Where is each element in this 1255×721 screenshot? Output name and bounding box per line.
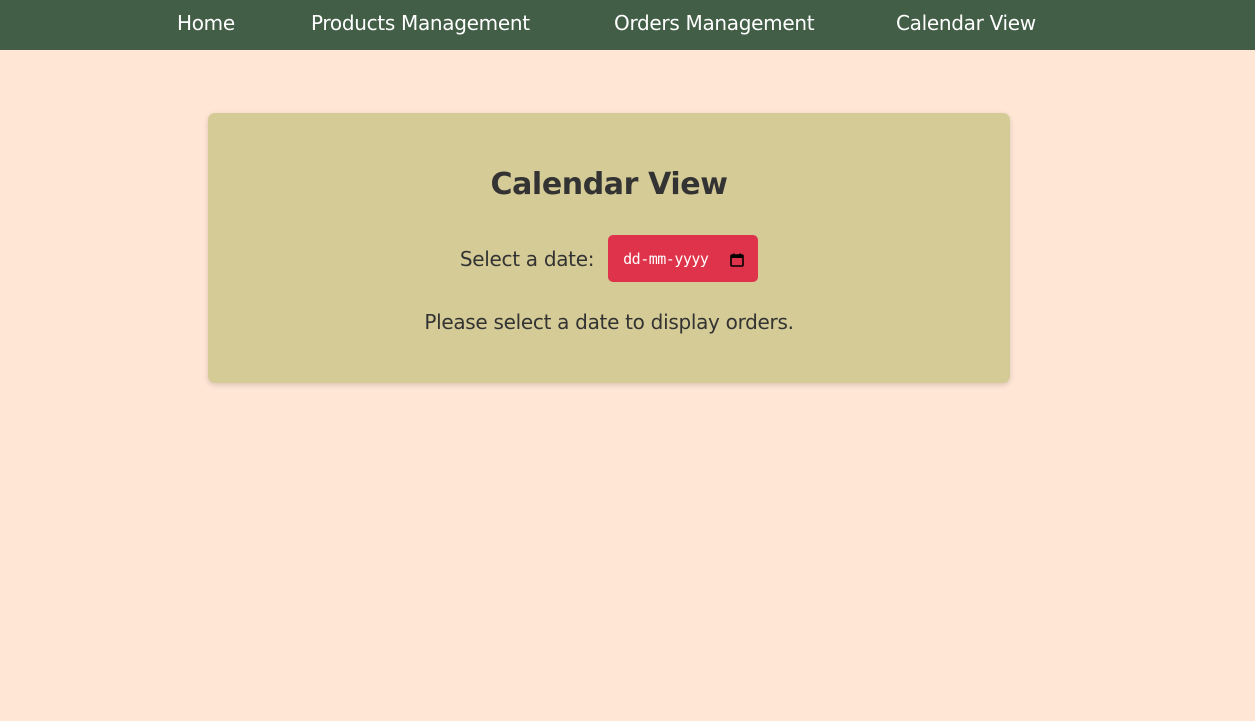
page-title: Calendar View — [490, 167, 728, 202]
nav-link-orders-management[interactable]: Orders Management — [614, 10, 815, 36]
date-selector-row: Select a date: dd-mm-yyyy — [208, 235, 1010, 282]
date-label: Select a date: — [459, 246, 595, 271]
date-input-placeholder: dd-mm-yyyy — [623, 249, 709, 268]
date-input[interactable]: dd-mm-yyyy — [608, 235, 759, 282]
nav-link-products-management[interactable]: Products Management — [311, 10, 530, 36]
nav-link-calendar-view[interactable]: Calendar View — [896, 10, 1036, 36]
calendar-card: Calendar View Select a date: dd-mm-yyyy … — [208, 113, 1010, 383]
nav-link-home[interactable]: Home — [177, 10, 235, 36]
calendar-icon[interactable] — [730, 252, 744, 267]
top-navbar: Home Products Management Orders Manageme… — [0, 0, 1255, 50]
empty-state-message: Please select a date to display orders. — [424, 310, 794, 334]
